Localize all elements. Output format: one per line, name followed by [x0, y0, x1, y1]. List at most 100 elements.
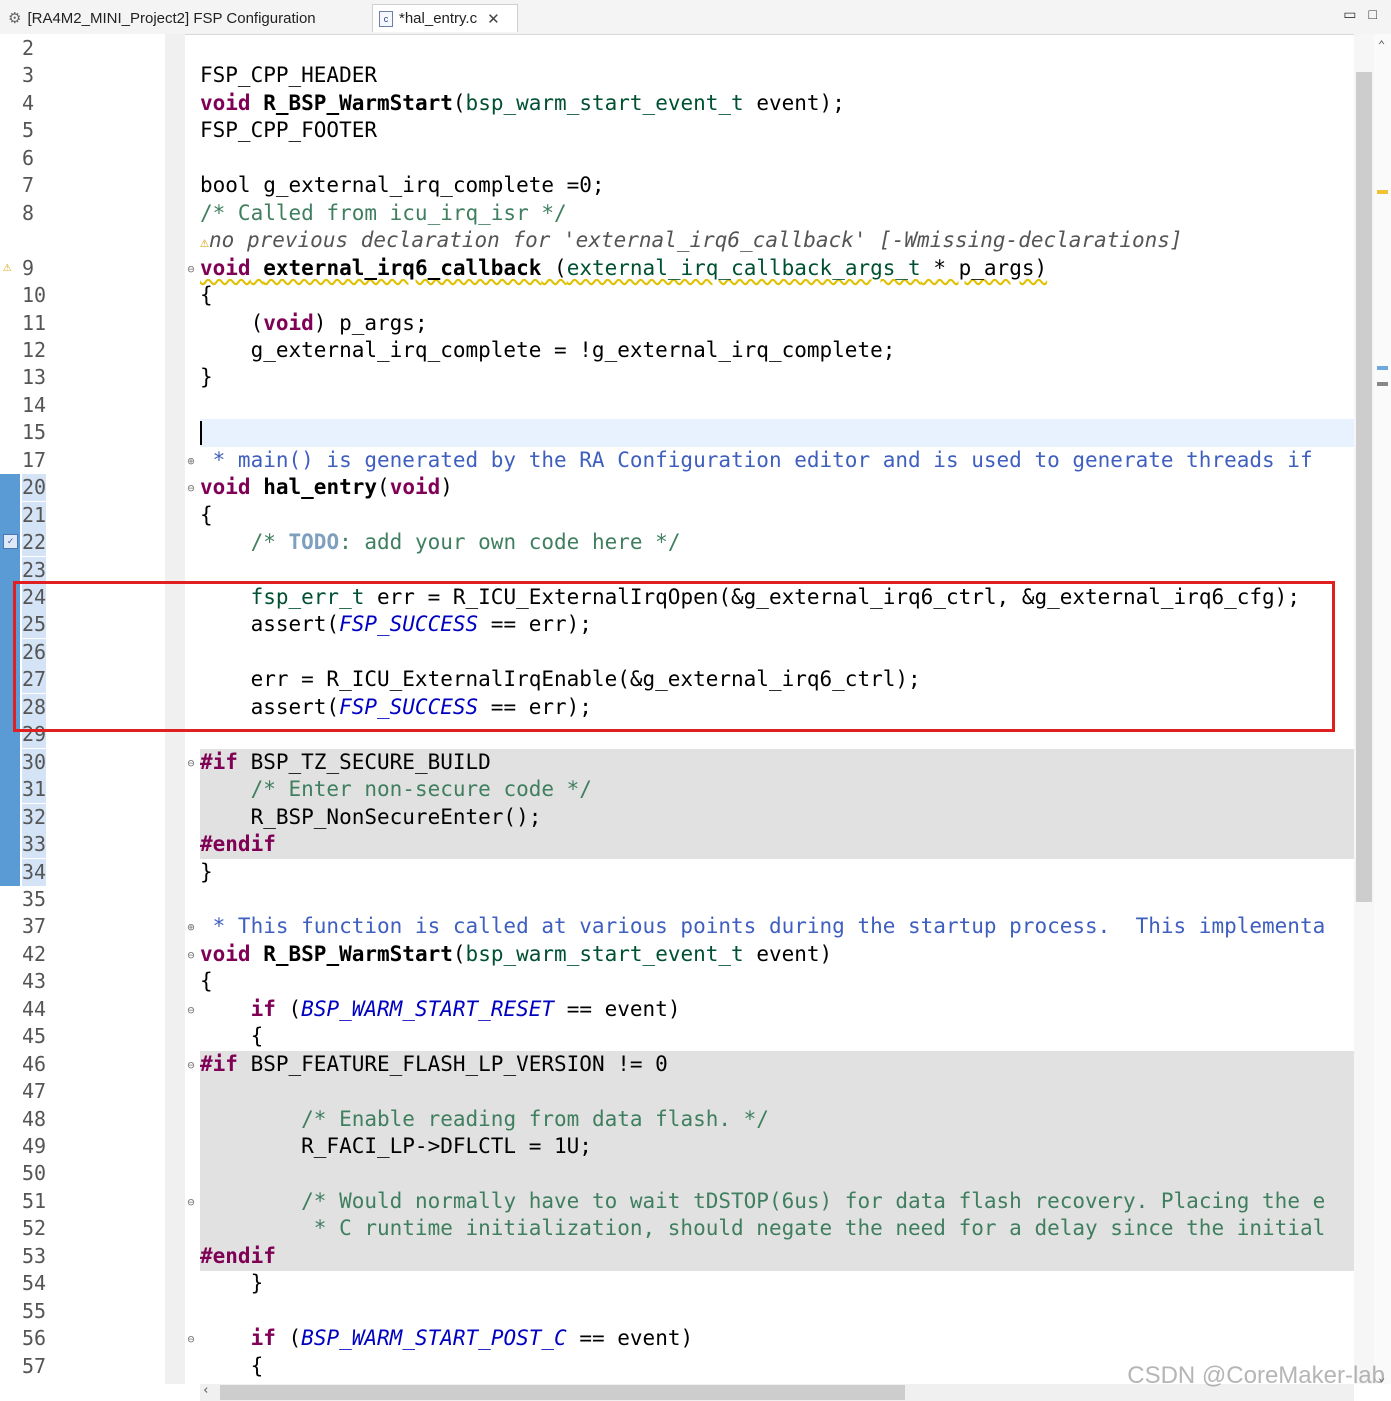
overview-ruler: ⌃ ⌄ [1374, 34, 1391, 1384]
code-line[interactable]: void external_irq6_callback (external_ir… [200, 255, 1047, 282]
line-number: 15 [22, 420, 47, 445]
line-number: 43 [22, 969, 47, 994]
line-number: 55 [22, 1298, 47, 1323]
line-number: 44 [22, 996, 47, 1021]
line-number: 45 [22, 1024, 47, 1049]
code-line[interactable]: { [200, 282, 213, 309]
line-number: 52 [22, 1216, 47, 1241]
text-cursor [200, 421, 202, 446]
line-number: 32 [22, 803, 47, 831]
code-line[interactable]: /* Enable reading from data flash. */ [200, 1106, 769, 1133]
line-number: 6 [22, 145, 35, 170]
line-number: 8 [22, 200, 35, 225]
warning-annotation-line[interactable]: ⚠no previous declaration for 'external_i… [200, 227, 1183, 254]
window-controls: ▭ □ [1343, 6, 1377, 23]
collapse-icon[interactable]: ⊖ [185, 757, 197, 769]
warning-icon[interactable]: ⚠ [3, 259, 11, 275]
collapse-icon[interactable]: ⊖ [185, 1196, 197, 1208]
code-line[interactable]: /* Enter non-secure code */ [200, 776, 592, 803]
code-line[interactable]: void hal_entry(void) [200, 474, 453, 501]
code-line[interactable]: /* Called from icu_irq_isr */ [200, 200, 567, 227]
code-line[interactable]: { [200, 968, 213, 995]
expand-icon[interactable]: ⊕ [185, 455, 197, 467]
task-marker[interactable] [1377, 366, 1388, 370]
vertical-scroll-thumb[interactable] [1356, 72, 1372, 902]
line-number: 13 [22, 365, 47, 390]
code-line[interactable]: bool g_external_irq_complete =0; [200, 172, 605, 199]
minimize-icon[interactable]: ▭ [1343, 6, 1356, 23]
code-line[interactable]: (void) p_args; [200, 310, 428, 337]
collapse-icon[interactable]: ⊖ [185, 949, 197, 961]
code-line[interactable]: g_external_irq_complete = !g_external_ir… [200, 337, 896, 364]
collapse-icon[interactable]: ⊖ [185, 263, 197, 275]
code-line[interactable]: FSP_CPP_FOOTER [200, 117, 377, 144]
line-number: 54 [22, 1271, 47, 1296]
code-line[interactable]: } [200, 859, 213, 886]
code-line[interactable]: { [200, 1353, 264, 1380]
code-line[interactable]: #if BSP_FEATURE_FLASH_LP_VERSION != 0 [200, 1051, 668, 1078]
line-number: 14 [22, 392, 47, 417]
line-number: 42 [22, 941, 47, 966]
line-number: 11 [22, 310, 47, 335]
line-number: 4 [22, 90, 35, 115]
warning-marker[interactable] [1377, 190, 1388, 194]
gear-icon: ⚙ [8, 10, 22, 27]
code-line[interactable]: void R_BSP_WarmStart(bsp_warm_start_even… [200, 941, 832, 968]
collapse-icon[interactable]: ⊖ [185, 1059, 197, 1071]
line-number: 50 [22, 1161, 47, 1186]
chevron-left-icon[interactable]: ‹ [202, 1383, 210, 1398]
code-line[interactable]: /* TODO: add your own code here */ [200, 529, 681, 556]
watermark: CSDN @CoreMaker-lab [1127, 1362, 1385, 1389]
code-line[interactable]: { [200, 502, 213, 529]
code-line[interactable]: * This function is called at various poi… [200, 913, 1326, 940]
code-line[interactable]: R_FACI_LP->DFLCTL = 1U; [200, 1133, 592, 1160]
line-number: 57 [22, 1353, 47, 1378]
tab-hal-entry[interactable]: c *hal_entry.c ✕ [372, 4, 518, 32]
line-number: 12 [22, 337, 47, 362]
code-line[interactable]: } [200, 364, 213, 391]
code-line[interactable]: #endif [200, 1243, 276, 1270]
tab-fsp-configuration[interactable]: ⚙ [RA4M2_MINI_Project2] FSP Configuratio… [2, 4, 362, 32]
line-number: 20 [22, 474, 47, 502]
horizontal-scroll-thumb[interactable] [220, 1385, 905, 1400]
close-icon[interactable]: ✕ [487, 10, 500, 28]
line-number: 17 [22, 447, 47, 472]
line-number: 7 [22, 173, 35, 198]
tab-label: *hal_entry.c [399, 10, 478, 27]
code-line[interactable]: void R_BSP_WarmStart(bsp_warm_start_even… [200, 90, 845, 117]
code-line[interactable]: * main() is generated by the RA Configur… [200, 447, 1313, 474]
line-number: 23 [22, 556, 47, 584]
code-line[interactable]: #if BSP_TZ_SECURE_BUILD [200, 749, 491, 776]
code-line[interactable]: } [200, 1270, 264, 1297]
line-number: 3 [22, 63, 35, 88]
line-number: 21 [22, 501, 47, 529]
code-line[interactable] [200, 419, 202, 446]
tab-label: [RA4M2_MINI_Project2] FSP Configuration [27, 9, 316, 27]
code-line[interactable]: #endif [200, 831, 276, 858]
code-line[interactable]: if (BSP_WARM_START_RESET == event) [200, 996, 681, 1023]
code-line[interactable]: R_BSP_NonSecureEnter(); [200, 804, 542, 831]
collapse-icon[interactable]: ⊖ [185, 482, 197, 494]
collapse-icon[interactable]: ⊖ [185, 1333, 197, 1345]
line-number: 53 [22, 1243, 47, 1268]
code-line[interactable]: FSP_CPP_HEADER [200, 62, 377, 89]
chevron-up-icon[interactable]: ⌃ [1378, 38, 1385, 52]
highlight-box [13, 581, 1335, 732]
task-icon[interactable]: ✓ [3, 534, 18, 550]
maximize-icon[interactable]: □ [1369, 6, 1377, 23]
line-number: 34 [22, 858, 47, 886]
code-line[interactable]: * C runtime initialization, should negat… [200, 1215, 1325, 1242]
line-number: 2 [22, 36, 35, 60]
collapse-icon[interactable]: ⊖ [185, 1004, 197, 1016]
c-file-icon: c [379, 10, 393, 27]
line-number: 33 [22, 831, 47, 859]
line-number: 47 [22, 1079, 47, 1104]
occurrence-marker[interactable] [1377, 382, 1388, 386]
expand-icon[interactable]: ⊕ [185, 921, 197, 933]
line-number: 31 [22, 776, 47, 804]
warning-icon: ⚠ [200, 233, 210, 252]
code-line[interactable]: /* Would normally have to wait tDSTOP(6u… [200, 1188, 1325, 1215]
code-line[interactable]: if (BSP_WARM_START_POST_C == event) [200, 1325, 694, 1352]
line-number: 49 [22, 1134, 47, 1158]
code-line[interactable]: { [200, 1023, 264, 1050]
